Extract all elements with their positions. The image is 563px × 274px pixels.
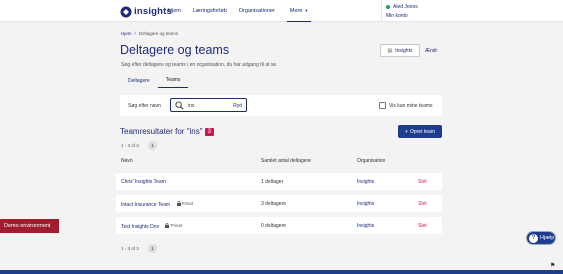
nav-item-home[interactable]: Hjem [168, 0, 181, 22]
demo-environment-banner: Demo environment [0, 219, 59, 233]
only-my-teams-label[interactable]: Vis kun mine teams [389, 103, 433, 109]
pagination-summary-bottom: 1 - 3 of 3 [121, 246, 139, 251]
help-button[interactable]: ? Hjælp [526, 231, 556, 245]
lock-icon [165, 223, 170, 228]
delete-team-button[interactable]: Slet [418, 179, 427, 185]
table-header: Navn Samlet antal deltagere Organisation [120, 156, 442, 167]
search-input[interactable]: ins Ryd [170, 98, 247, 112]
team-organisation-link[interactable]: Insights [357, 223, 374, 229]
change-organisation-link[interactable]: Ændr [425, 48, 437, 54]
plus-icon: + [405, 128, 408, 135]
team-name-link[interactable]: Chris' Insights Team [121, 179, 166, 185]
tab-teams[interactable]: Teams [157, 73, 189, 88]
search-label: Søg efter navn [128, 103, 161, 109]
team-member-count: 0 deltagere [261, 223, 287, 229]
my-account-link[interactable]: Min konto [386, 13, 442, 19]
team-name-cell: Intact Insurance Team Privat [121, 201, 193, 208]
team-name-cell: Test Insights Dov Privat [121, 223, 182, 230]
help-icon: ? [529, 233, 538, 243]
only-my-teams-checkbox[interactable] [379, 102, 386, 109]
nav-item-more[interactable]: Mere ▼ [286, 0, 312, 22]
search-input-value: ins [188, 103, 195, 109]
flag-icon[interactable]: ⚑ [550, 262, 555, 269]
online-status-icon [386, 5, 390, 9]
insights-logo-icon [120, 6, 132, 17]
private-tag: Privat [176, 201, 194, 206]
lock-icon [176, 201, 181, 206]
team-name-link[interactable]: Intact Insurance Team [121, 202, 170, 208]
private-label: Privat [170, 223, 182, 228]
breadcrumb-current: Deltagere og teams [138, 31, 179, 36]
column-header-name: Navn [121, 158, 133, 164]
column-header-organisation: Organisation [357, 158, 386, 164]
create-team-label: Opret team [409, 128, 435, 135]
organisation-icon: ▤ [387, 47, 393, 54]
team-member-count: 1 deltager [261, 179, 284, 185]
nav-item-learning-journeys[interactable]: Læringsforløb [193, 0, 227, 22]
page-subtitle: Søg efter deltagere og teams i en organi… [121, 62, 278, 68]
team-member-count: 3 deltagere [261, 201, 287, 207]
private-tag: Privat [165, 223, 182, 228]
delete-team-button[interactable]: Slet [418, 201, 427, 207]
chevron-down-icon: ▼ [304, 8, 309, 13]
nav-more-label: Mere [289, 7, 303, 14]
main-nav: Hjem Læringsforløb Organisationer Mere ▼ [168, 0, 312, 22]
search-icon [175, 101, 184, 110]
help-label: Hjælp [540, 235, 555, 241]
insights-logo[interactable]: insights [120, 5, 172, 18]
nav-item-organisations[interactable]: Organisationer [239, 0, 275, 22]
table-row: Chris' Insights Team 1 deltager Insights… [116, 173, 442, 190]
private-label: Privat [181, 201, 194, 206]
organisation-selector-button[interactable]: ▤ Insights [380, 44, 420, 57]
column-header-members: Samlet antal deltagere [261, 158, 312, 164]
organisation-label: Insights [395, 47, 413, 54]
tab-bar: Deltagere Teams [120, 73, 189, 88]
page-button-bottom[interactable]: 1 [148, 244, 157, 253]
team-name-link[interactable]: Test Insights Dov [121, 224, 159, 230]
breadcrumb-separator: / [134, 31, 136, 36]
table-row: Test Insights Dov Privat 0 deltagere Ins… [116, 217, 442, 234]
results-title-text: Teamresultater for "ins" [120, 127, 203, 136]
top-navigation-bar: insights Hjem Læringsforløb Organisation… [0, 0, 563, 22]
logo-text: insights [134, 6, 173, 17]
user-menu: Aled Jones Min konto [381, 0, 442, 22]
breadcrumb-home-link[interactable]: Hjem [121, 31, 132, 36]
tab-participants[interactable]: Deltagere [120, 73, 158, 88]
clear-search-button[interactable]: Ryd [233, 103, 242, 109]
page-title: Deltagere og teams [120, 43, 230, 57]
page-button-top[interactable]: 1 [148, 141, 157, 150]
breadcrumb: Hjem / Deltagere og teams [121, 31, 178, 36]
delete-team-button[interactable]: Slet [418, 223, 427, 229]
pagination-summary-top: 1 - 3 of 3 [121, 143, 139, 148]
create-team-button[interactable]: + Opret team [398, 125, 442, 138]
user-name: Aled Jones [393, 4, 418, 10]
results-heading: Teamresultater for "ins" 3 [120, 127, 214, 136]
team-organisation-link[interactable]: Insights [357, 179, 374, 185]
results-count-badge: 3 [204, 127, 214, 136]
footer-bar [0, 270, 563, 274]
table-row: Intact Insurance Team Privat 3 deltagere… [116, 195, 442, 212]
search-panel: Søg efter navn ins Ryd Vis kun mine team… [120, 95, 442, 116]
team-organisation-link[interactable]: Insights [357, 201, 374, 207]
